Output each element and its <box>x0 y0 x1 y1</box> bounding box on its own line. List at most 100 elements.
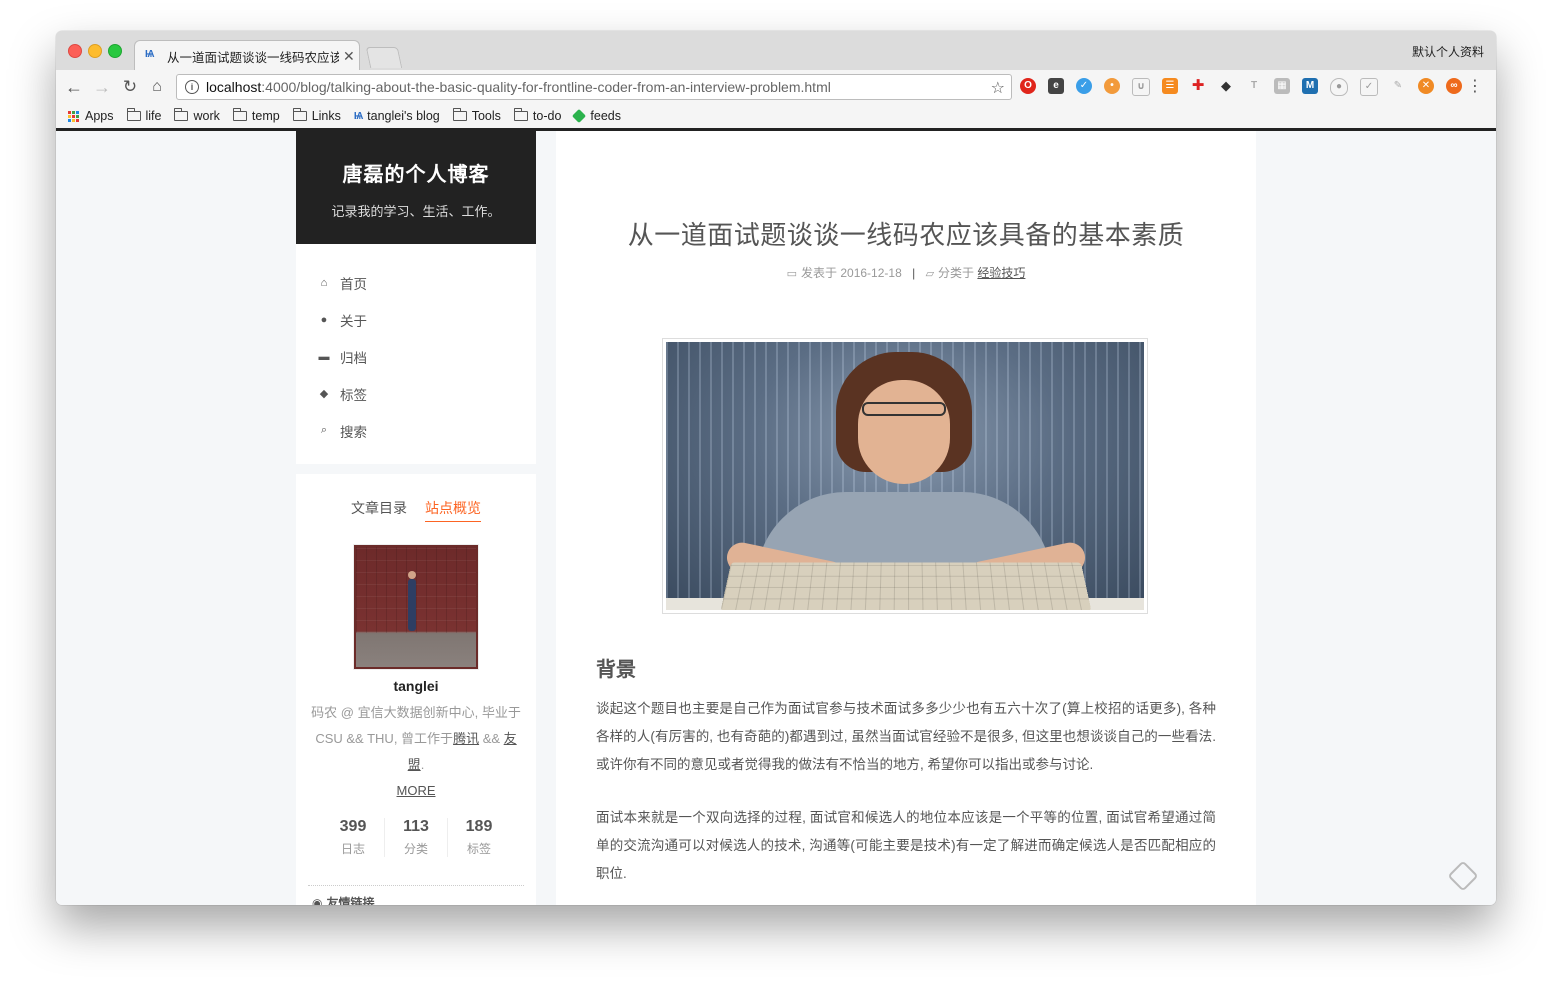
tanglei-favicon-icon: Ѩ <box>353 110 364 122</box>
bird-extension-icon[interactable]: ✓ <box>1076 78 1092 94</box>
close-icon[interactable]: ✕ <box>343 48 355 65</box>
bookmark-label: life <box>145 109 162 123</box>
bookmark-label: Tools <box>471 109 501 123</box>
links-title-text: 友情链接 <box>326 896 375 905</box>
bookmark-tools[interactable]: Tools <box>452 108 501 123</box>
category-link[interactable]: 经验技巧 <box>977 266 1025 280</box>
menu-item-home[interactable]: ⌂ 首页 <box>296 264 536 301</box>
home-icon[interactable]: ⌂ <box>147 76 167 98</box>
paragraph: 谈起这个题目也主要是自己作为面试官参与技术面试多多少少也有五六十次了(算上校招的… <box>596 701 1216 772</box>
cross-extension-icon[interactable]: ✚ <box>1190 78 1206 94</box>
more-link[interactable]: MORE <box>397 778 436 804</box>
forward-arrow-icon[interactable]: → <box>92 76 112 98</box>
bookmark-temp[interactable]: temp <box>232 108 280 123</box>
feedly-icon <box>572 108 587 124</box>
back-arrow-icon[interactable]: ← <box>64 76 84 98</box>
translate-extension-icon[interactable]: T <box>1246 78 1262 94</box>
pig-extension-icon[interactable]: • <box>1104 78 1120 94</box>
links-heading: ◉ 友情链接 <box>312 894 520 905</box>
info-icon[interactable]: i <box>185 80 199 94</box>
bookmarks-bar: Apps life work temp Links Ѩtanglei's blo… <box>56 105 1496 127</box>
author-description: 码农 @ 宜信大数据创新中心, 毕业于 CSU && THU, 曾工作于腾讯 &… <box>308 700 524 804</box>
new-tab-button[interactable] <box>365 47 403 68</box>
infinity-extension-icon[interactable]: ∞ <box>1446 78 1462 94</box>
menu-item-tags[interactable]: ◆ 标签 <box>296 375 536 412</box>
tab-toc[interactable]: 文章目录 <box>351 498 407 522</box>
bookmark-star-icon[interactable]: ☆ <box>991 78 1005 98</box>
bookmark-tanglei-blog[interactable]: Ѩtanglei's blog <box>354 109 440 123</box>
site-brand: 唐磊的个人博客 记录我的学习、生活、工作。 <box>296 131 536 244</box>
menu-label: 关于 <box>340 313 367 329</box>
feedly-icon[interactable] <box>1447 860 1479 892</box>
m-extension-icon[interactable]: M <box>1302 78 1318 94</box>
post-cover-image <box>662 338 1148 614</box>
folder-icon <box>232 108 247 121</box>
folder-icon <box>292 108 307 121</box>
stat-categories[interactable]: 113 分类 <box>384 818 447 857</box>
avatar <box>353 544 479 670</box>
stat-label: 分类 <box>403 842 428 856</box>
tanglei-favicon-icon: Ѩ <box>145 49 154 60</box>
grid-extension-icon[interactable]: ▦ <box>1274 78 1290 94</box>
bookmark-feeds[interactable]: feeds <box>572 108 621 124</box>
bookmark-life[interactable]: life <box>126 108 162 123</box>
stat-count: 189 <box>465 818 493 835</box>
author-name: tanglei <box>393 678 439 694</box>
browser-tab[interactable]: Ѩ 从一道面试题谈谈一线码农应该具备的基本素质 ✕ <box>134 40 360 71</box>
post-title: 从一道面试题谈谈一线码农应该具备的基本素质 <box>627 220 1185 250</box>
reload-icon[interactable]: ↻ <box>120 76 140 98</box>
site-subtitle: 记录我的学习、生活、工作。 <box>331 204 501 219</box>
url-host: localhost <box>206 79 262 95</box>
menu-item-search[interactable]: ⌕ 搜索 <box>296 412 536 449</box>
camera-extension-icon[interactable]: ◆ <box>1218 78 1234 94</box>
post-meta: ▭ 发表于 2016-12-18 | ▱ 分类于 经验技巧 <box>556 264 1256 281</box>
calendar-icon: ▭ <box>786 268 797 280</box>
stat-label: 日志 <box>340 842 365 856</box>
bookmark-links[interactable]: Links <box>292 108 341 123</box>
section-heading: 背景 <box>596 659 636 681</box>
tencent-link[interactable]: 腾讯 <box>453 731 479 746</box>
stat-tags[interactable]: 189 标签 <box>447 818 510 857</box>
browser-window: Ѩ 从一道面试题谈谈一线码农应该具备的基本素质 ✕ 默认个人资料 ← → ↻ ⌂… <box>56 31 1496 905</box>
profile-button[interactable]: 默认个人资料 <box>1412 43 1484 60</box>
bookmark-label: temp <box>251 109 280 123</box>
tab-title: 从一道面试题谈谈一线码农应该具备的基本素质 <box>167 50 339 65</box>
folder-icon <box>513 108 528 121</box>
folder-icon <box>452 108 467 121</box>
site-title[interactable]: 唐磊的个人博客 <box>296 158 536 187</box>
evernote-extension-icon[interactable]: e <box>1048 78 1064 94</box>
menu-label: 标签 <box>340 387 367 403</box>
bookmark-label: feeds <box>590 109 621 123</box>
menu-label: 归档 <box>340 350 367 366</box>
sidebar-overview: 文章目录 站点概览 tanglei 码农 @ 宜信大数据创新中心, 毕业于 CS… <box>296 474 536 905</box>
tab-overview[interactable]: 站点概览 <box>425 498 481 522</box>
bookmark-work[interactable]: work <box>174 108 220 123</box>
minimize-window-button[interactable] <box>88 44 102 58</box>
tab-strip: Ѩ 从一道面试题谈谈一线码农应该具备的基本素质 ✕ 默认个人资料 <box>56 31 1496 71</box>
orange-extension-icon[interactable]: ☰ <box>1162 78 1178 94</box>
bookmark-to-do[interactable]: to-do <box>513 108 561 123</box>
sidebar-tabs: 文章目录 站点概览 <box>296 498 536 522</box>
folder-icon <box>126 108 141 121</box>
check-extension-icon[interactable]: ✓ <box>1360 78 1378 96</box>
close-window-button[interactable] <box>68 44 82 58</box>
bookmark-label: Apps <box>85 109 114 123</box>
zoom-window-button[interactable] <box>108 44 122 58</box>
pen-extension-icon[interactable]: ✎ <box>1390 78 1406 94</box>
opera-extension-icon[interactable]: O <box>1020 78 1036 94</box>
tags-icon: ◆ <box>319 388 329 400</box>
apps-grid-icon <box>68 110 79 122</box>
address-bar[interactable]: i localhost:4000/blog/talking-about-the-… <box>176 74 1012 100</box>
shield-extension-icon[interactable]: ∪ <box>1132 78 1150 96</box>
stat-posts[interactable]: 399 日志 <box>322 818 384 857</box>
orange-circle-extension-icon[interactable]: ✕ <box>1418 78 1434 94</box>
meta-separator: | <box>912 266 916 280</box>
post-date: 2016-12-18 <box>840 266 902 280</box>
menu-item-about[interactable]: ● 关于 <box>296 301 536 338</box>
browser-menu-icon[interactable]: ⋮ <box>1467 76 1483 98</box>
stat-count: 113 <box>403 818 429 835</box>
guard-extension-icon[interactable]: ● <box>1330 78 1348 96</box>
menu-item-archives[interactable]: ▬ 归档 <box>296 338 536 375</box>
bookmark-apps[interactable]: Apps <box>68 109 114 123</box>
search-icon: ⌕ <box>320 424 328 436</box>
